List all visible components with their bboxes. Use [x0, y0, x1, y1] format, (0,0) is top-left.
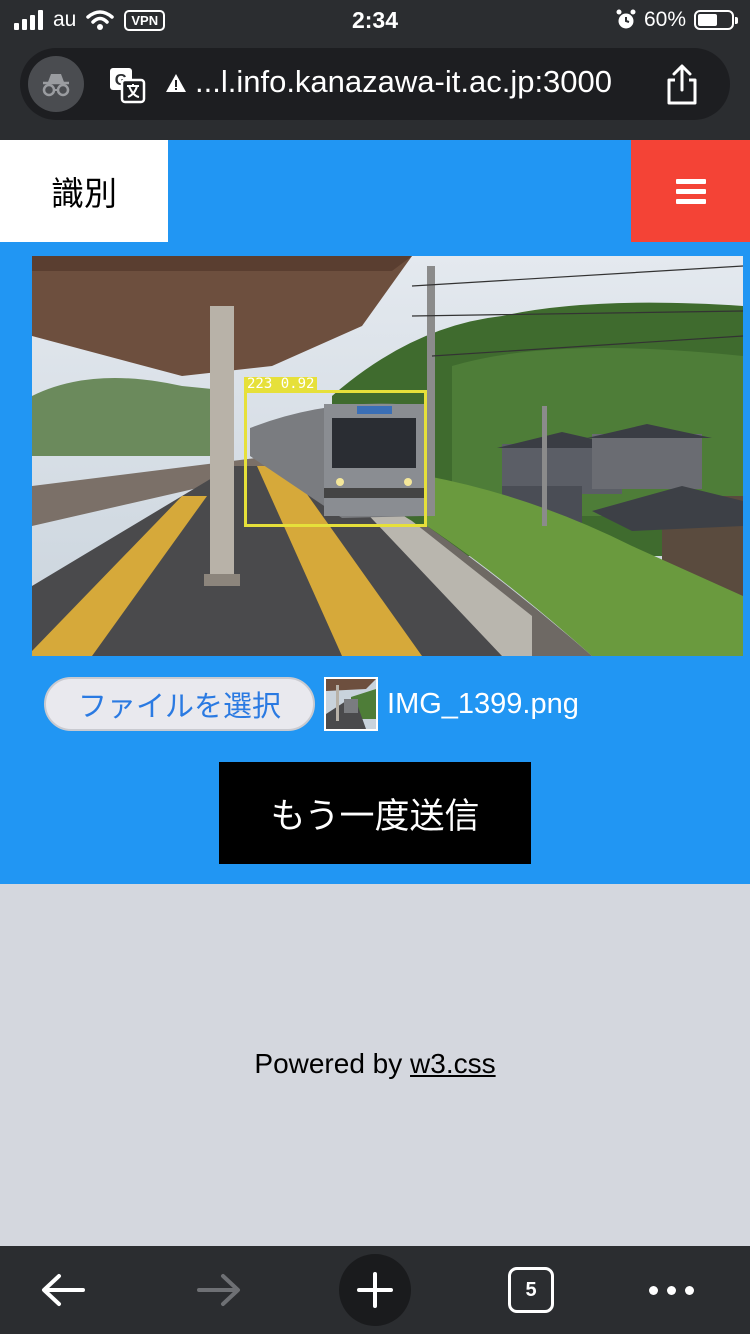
battery-percent: 60%	[643, 8, 686, 31]
result-image: 223 0.92	[32, 256, 743, 656]
top-nav-bar: 識別	[0, 140, 750, 242]
nav-tab-identify[interactable]: 識別	[0, 140, 168, 242]
menu-button[interactable]	[631, 140, 750, 242]
detection-box	[244, 390, 427, 527]
share-icon[interactable]	[664, 64, 700, 106]
browser-address-area: G ...l.info.kanazawa-it.ac.jp:3000	[0, 42, 750, 140]
back-button[interactable]	[22, 1246, 104, 1334]
new-tab-button[interactable]	[339, 1246, 411, 1334]
resubmit-button[interactable]: もう一度送信	[219, 762, 531, 864]
tab-count: 5	[508, 1267, 554, 1313]
footer: Powered by w3.css	[0, 884, 750, 1246]
address-bar[interactable]: G ...l.info.kanazawa-it.ac.jp:3000	[20, 48, 730, 120]
detection-label: 223 0.92	[244, 377, 318, 391]
footer-credit: Powered by w3.css	[254, 1048, 496, 1079]
tabs-button[interactable]: 5	[490, 1246, 572, 1334]
battery-icon	[694, 10, 738, 30]
more-icon	[648, 1285, 694, 1295]
url-text[interactable]: ...l.info.kanazawa-it.ac.jp:3000	[195, 64, 612, 100]
content-panel: 223 0.92 ファイルを選択 IMG_1399.png もう一度送信	[0, 242, 750, 884]
more-button[interactable]	[630, 1246, 712, 1334]
hamburger-icon	[675, 174, 706, 209]
forward-button[interactable]	[178, 1246, 260, 1334]
warning-icon	[166, 74, 186, 92]
incognito-icon[interactable]	[28, 56, 84, 112]
browser-toolbar: 5	[0, 1246, 750, 1334]
alarm-icon	[616, 9, 636, 29]
plus-icon	[357, 1272, 393, 1308]
file-input-row: ファイルを選択 IMG_1399.png	[44, 676, 579, 732]
w3css-link[interactable]: w3.css	[410, 1048, 496, 1079]
file-thumbnail	[324, 677, 379, 731]
file-name: IMG_1399.png	[387, 687, 579, 720]
status-bar: au VPN 2:34 60%	[0, 0, 750, 42]
forward-arrow-icon	[197, 1274, 240, 1306]
back-arrow-icon	[42, 1274, 85, 1306]
translate-icon[interactable]: G	[108, 66, 146, 104]
choose-file-button[interactable]: ファイルを選択	[44, 677, 316, 731]
